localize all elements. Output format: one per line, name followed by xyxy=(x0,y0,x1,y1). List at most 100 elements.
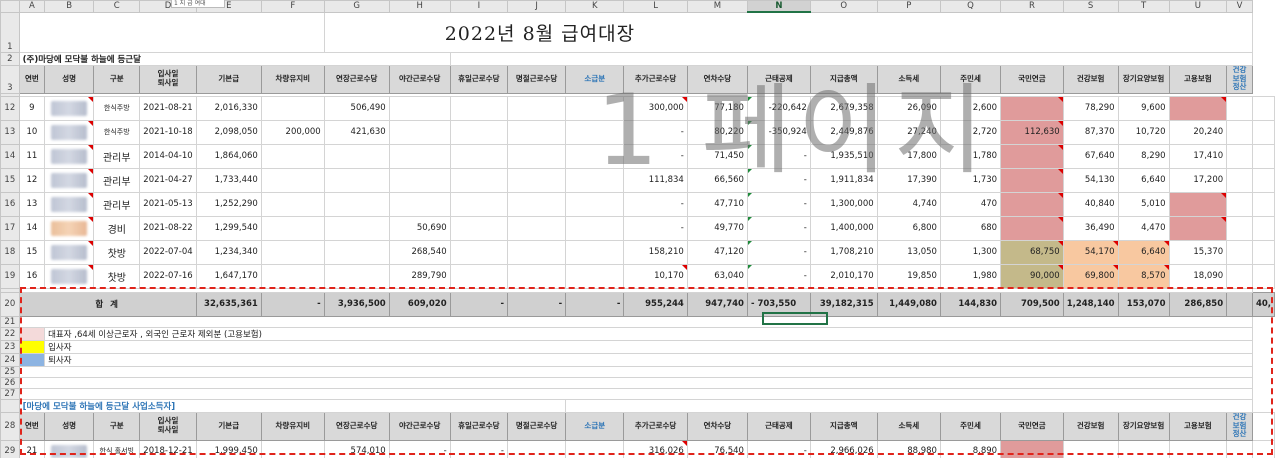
cell-no[interactable]: 14 xyxy=(18,215,46,241)
cell-ltc[interactable]: 6,640 xyxy=(1117,239,1170,265)
header-health-settle[interactable]: 건강보험 정산 xyxy=(1226,64,1253,94)
total-car[interactable]: - xyxy=(260,291,325,317)
cell-health-settle[interactable] xyxy=(1226,239,1253,265)
header2-resident-tax[interactable]: 주민세 xyxy=(939,411,1002,441)
cell-emp[interactable] xyxy=(1168,95,1228,121)
cell-date[interactable]: 2014-04-10 xyxy=(139,143,197,169)
cell-deduct[interactable]: -350,924 xyxy=(746,119,811,145)
total-last[interactable]: 40, xyxy=(1251,291,1275,317)
header-division[interactable]: 구분 xyxy=(93,64,141,94)
header2-retro[interactable]: 소급분 xyxy=(565,411,625,441)
cell-v[interactable] xyxy=(1251,263,1275,289)
column-header-m[interactable]: M xyxy=(686,0,748,13)
cell-deduct[interactable]: - xyxy=(746,439,811,458)
cell-night[interactable] xyxy=(388,143,451,169)
header2-no[interactable]: 연번 xyxy=(18,411,46,441)
column-header-i[interactable]: I xyxy=(449,0,509,13)
cell-res[interactable]: 1,300 xyxy=(939,239,1002,265)
cell-health-settle[interactable] xyxy=(1226,191,1253,217)
cell-ot[interactable] xyxy=(323,191,390,217)
cell-inc[interactable]: 88,980 xyxy=(876,439,941,458)
cell-deduct[interactable]: - xyxy=(746,239,811,265)
header2-health-settle[interactable]: 건강보험 정산 xyxy=(1226,411,1253,441)
cell-holiday[interactable] xyxy=(449,191,509,217)
row-header[interactable]: 18 xyxy=(0,239,20,265)
cell-emp[interactable] xyxy=(1168,439,1228,458)
cell-ot[interactable]: 421,630 xyxy=(323,119,390,145)
total-night[interactable]: 609,020 xyxy=(388,291,451,317)
cell-total[interactable]: 1,935,510 xyxy=(809,143,878,169)
column-header-v[interactable]: V xyxy=(1226,0,1253,13)
cell-base[interactable]: 1,999,450 xyxy=(195,439,262,458)
cell-pension[interactable]: 90,000 xyxy=(1000,263,1064,289)
total-res[interactable]: 144,830 xyxy=(939,291,1002,317)
cell[interactable] xyxy=(449,51,1253,66)
cell-total[interactable]: 1,300,000 xyxy=(809,191,878,217)
cell-name[interactable]: 정○○ xyxy=(44,167,95,193)
cell-res[interactable]: 1,780 xyxy=(939,143,1002,169)
cell-ltc[interactable] xyxy=(1117,439,1170,458)
cell-date[interactable]: 2021-05-13 xyxy=(139,191,197,217)
column-header-h[interactable]: H xyxy=(388,0,451,13)
column-header-r[interactable]: R xyxy=(1000,0,1064,13)
cell-inc[interactable]: 27,240 xyxy=(876,119,941,145)
column-header-a[interactable]: A xyxy=(18,0,46,13)
header-ltc[interactable]: 장기요양보험 xyxy=(1117,64,1170,94)
cell-annual[interactable]: 71,450 xyxy=(686,143,748,169)
header2-annual[interactable]: 연차수당 xyxy=(686,411,748,441)
select-all-corner[interactable] xyxy=(0,0,20,13)
cell-no[interactable]: 21 xyxy=(18,439,46,458)
cell-inc[interactable]: 6,800 xyxy=(876,215,941,241)
column-header-t[interactable]: T xyxy=(1117,0,1170,13)
cell-festival[interactable] xyxy=(506,439,567,458)
cell-car[interactable] xyxy=(260,191,325,217)
column-header-q[interactable]: Q xyxy=(939,0,1002,13)
cell-annual[interactable]: 49,770 xyxy=(686,215,748,241)
header-festival[interactable]: 명절근로수당 xyxy=(506,64,567,94)
cell-base[interactable]: 1,299,540 xyxy=(195,215,262,241)
row-header[interactable]: 27 xyxy=(0,387,20,400)
cell-car[interactable]: 200,000 xyxy=(260,119,325,145)
header2-pension[interactable]: 국민연금 xyxy=(1000,411,1064,441)
cell-ot[interactable] xyxy=(323,167,390,193)
cell-health[interactable]: 54,130 xyxy=(1062,167,1119,193)
total-emp[interactable]: 286,850 xyxy=(1168,291,1228,317)
column-header-l[interactable]: L xyxy=(623,0,688,13)
header2-overtime[interactable]: 연장근로수당 xyxy=(323,411,390,441)
cell-annual[interactable]: 66,560 xyxy=(686,167,748,193)
cell-car[interactable] xyxy=(260,167,325,193)
cell-v[interactable] xyxy=(1251,143,1275,169)
column-header-f[interactable]: F xyxy=(260,0,325,13)
cell-inc[interactable]: 17,390 xyxy=(876,167,941,193)
cell-v[interactable] xyxy=(1251,239,1275,265)
cell-no[interactable]: 16 xyxy=(18,263,46,289)
cell-pension[interactable] xyxy=(1000,439,1064,458)
cell-ltc[interactable]: 4,470 xyxy=(1117,215,1170,241)
header2-holiday[interactable]: 휴일근로수당 xyxy=(449,411,509,441)
column-header-s[interactable]: S xyxy=(1062,0,1119,13)
total-ltc[interactable]: 153,070 xyxy=(1117,291,1170,317)
cell-ltc[interactable]: 5,010 xyxy=(1117,191,1170,217)
cell-annual[interactable]: 77,180 xyxy=(686,95,748,121)
column-header-u[interactable]: U xyxy=(1168,0,1228,13)
cell-holiday[interactable] xyxy=(449,95,509,121)
cell[interactable] xyxy=(18,315,1253,328)
cell-emp[interactable]: 17,410 xyxy=(1168,143,1228,169)
cell-ot[interactable]: 574,010 xyxy=(323,439,390,458)
column-header-k[interactable]: K xyxy=(565,0,625,13)
cell-res[interactable]: 2,600 xyxy=(939,95,1002,121)
total-ot[interactable]: 3,936,500 xyxy=(323,291,390,317)
total-base[interactable]: 32,635,361 xyxy=(195,291,262,317)
cell-division[interactable]: 관리부 xyxy=(93,167,141,193)
header-holiday[interactable]: 휴일근로수당 xyxy=(449,64,509,94)
cell-name[interactable]: 최○○ xyxy=(44,239,95,265)
total-deduct[interactable]: - 703,550 xyxy=(746,291,811,317)
cell-extra[interactable]: - xyxy=(623,215,688,241)
cell-ltc[interactable]: 8,570 xyxy=(1117,263,1170,289)
cell-festival[interactable] xyxy=(506,95,567,121)
payroll-grid[interactable]: A B C D E F G H I J K L M N O P Q R S T … xyxy=(0,0,1275,458)
cell-total[interactable]: 2,966,026 xyxy=(809,439,878,458)
total-pension[interactable]: 709,500 xyxy=(1000,291,1064,317)
column-header-c[interactable]: C xyxy=(93,0,141,13)
cell-emp[interactable]: 17,200 xyxy=(1168,167,1228,193)
